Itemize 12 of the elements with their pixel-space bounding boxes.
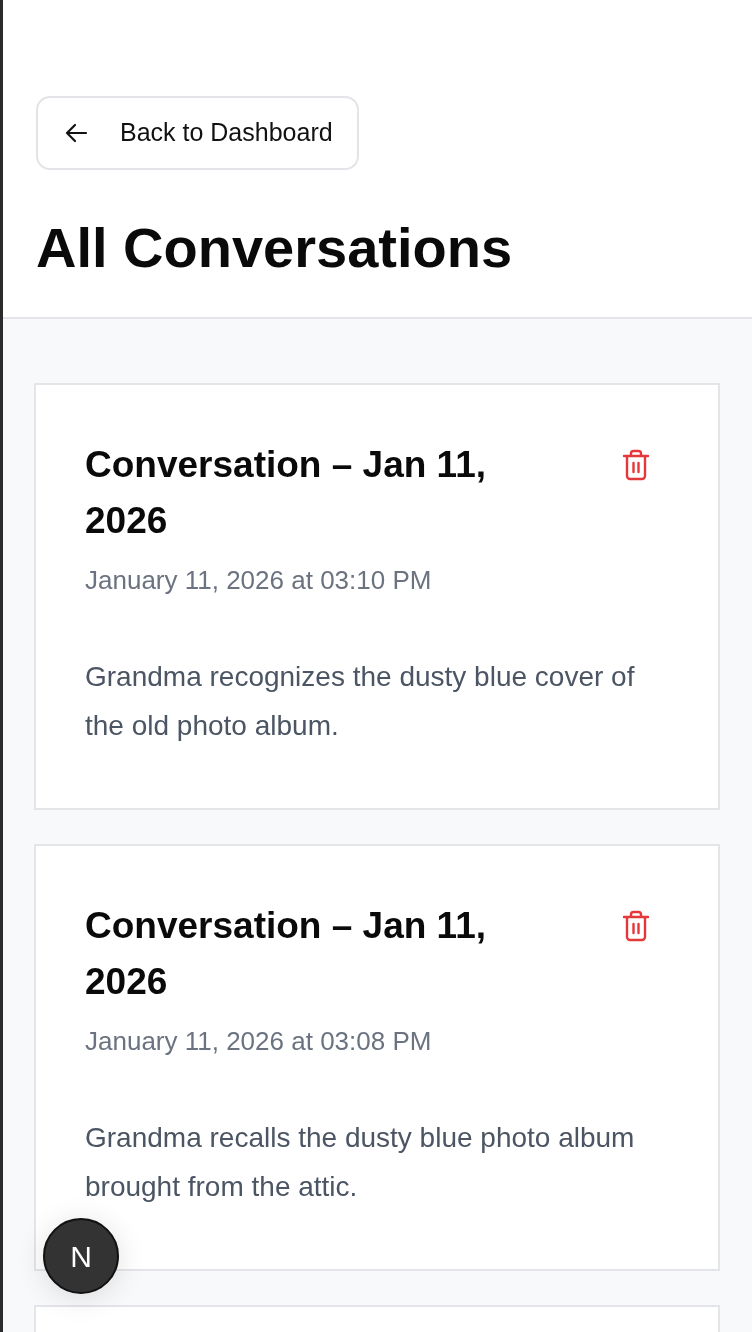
conversation-date: January 11, 2026 at 03:10 PM	[85, 563, 433, 597]
back-button[interactable]: Back to Dashboard	[36, 96, 359, 170]
conversation-card[interactable]: Conversation – Jan 11, 2026 January 11, 2026 at 03:10 PM Grandma recognizes the dusty blue cover of the old photo album.	[34, 382, 720, 810]
page-title: All Conversations	[36, 214, 514, 281]
conversation-summary: Grandma recalls the dusty blue photo album brought from the attic.	[85, 1120, 636, 1204]
delete-icon[interactable]	[622, 448, 650, 481]
conversation-title: Conversation – Jan 11, 2026	[85, 442, 487, 543]
conversation-summary: Grandma recognizes the dusty blue cover of the old photo album.	[85, 659, 636, 743]
delete-icon[interactable]	[622, 909, 650, 942]
conversation-title: Conversation – Jan 11, 2026	[85, 903, 487, 1004]
back-arrow-icon	[64, 122, 88, 143]
conversation-date: January 11, 2026 at 03:08 PM	[85, 1024, 433, 1058]
